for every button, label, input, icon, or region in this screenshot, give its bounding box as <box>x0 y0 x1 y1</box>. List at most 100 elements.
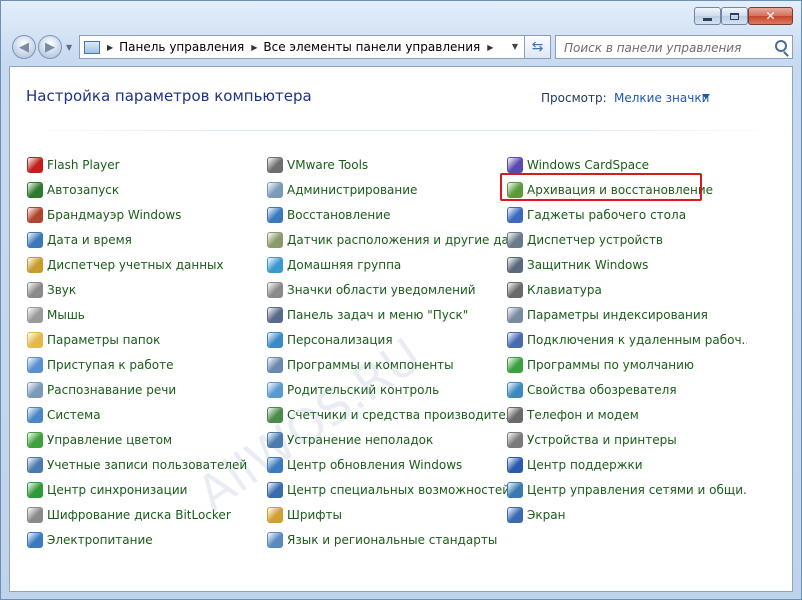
control-panel-item[interactable]: Диспетчер учетных данных <box>27 252 267 277</box>
control-panel-item[interactable]: Администрирование <box>267 177 507 202</box>
control-panel-item[interactable]: Подключения к удаленным рабоч... <box>507 327 747 352</box>
refresh-button[interactable]: ⇆ <box>525 35 551 59</box>
items-column-1: Flash Player Автозапуск Брандмауэр Windows… <box>27 152 267 552</box>
control-panel-item[interactable]: Шрифты <box>267 502 507 527</box>
control-panel-item[interactable]: Устройства и принтеры <box>507 427 747 452</box>
highlight-frame <box>500 173 702 201</box>
control-panel-item[interactable]: Параметры индексирования <box>507 302 747 327</box>
item-label: Телефон и модем <box>527 407 639 422</box>
item-label: Параметры папок <box>47 332 161 347</box>
control-panel-item[interactable]: Мышь <box>27 302 267 327</box>
control-panel-item[interactable]: Язык и региональные стандарты <box>267 527 507 552</box>
control-panel-item[interactable]: Программы по умолчанию <box>507 352 747 377</box>
control-panel-item[interactable]: Защитник Windows <box>507 252 747 277</box>
breadcrumb-separator-icon[interactable]: ▶ <box>107 43 113 52</box>
minimize-button[interactable] <box>694 7 721 25</box>
control-panel-item[interactable]: Приступая к работе <box>27 352 267 377</box>
breadcrumb-separator-icon[interactable]: ▶ <box>487 43 493 52</box>
fonts-icon <box>267 506 283 523</box>
control-panel-item[interactable]: Центр поддержки <box>507 452 747 477</box>
control-panel-item[interactable]: Панель задач и меню "Пуск" <box>267 302 507 327</box>
item-label: Программы по умолчанию <box>527 357 695 372</box>
control-panel-item[interactable]: Родительский контроль <box>267 377 507 402</box>
control-panel-item[interactable]: Центр обновления Windows <box>267 452 507 477</box>
control-panel-item[interactable]: Телефон и модем <box>507 402 747 427</box>
control-panel-item[interactable]: Программы и компоненты <box>267 352 507 377</box>
search-icon[interactable] <box>775 40 787 52</box>
control-panel-item[interactable]: Диспетчер устройств <box>507 227 747 252</box>
item-label: Flash Player <box>47 157 120 172</box>
item-label: Центр управления сетями и общи... <box>527 482 747 497</box>
control-panel-item[interactable]: Распознавание речи <box>27 377 267 402</box>
control-panel-item[interactable]: Центр управления сетями и общи... <box>507 477 747 502</box>
breadcrumb-all-items[interactable]: Все элементы панели управления <box>263 40 480 54</box>
control-panel-item[interactable]: Центр специальных возможностей <box>267 477 507 502</box>
item-label: Восстановление <box>287 207 391 222</box>
control-panel-item[interactable]: Flash Player <box>27 152 267 177</box>
folder-icon <box>27 331 43 348</box>
control-panel-item[interactable]: Брандмауэр Windows <box>27 202 267 227</box>
address-bar[interactable]: ▶ Панель управления ▶ Все элементы панел… <box>79 35 525 59</box>
control-panel-item[interactable]: Восстановление <box>267 202 507 227</box>
items-column-3: Windows CardSpace Архивация и восстановле… <box>507 152 747 527</box>
item-label: Программы и компоненты <box>287 357 454 372</box>
control-panel-item[interactable]: Система <box>27 402 267 427</box>
control-panel-item[interactable]: Центр синхронизации <box>27 477 267 502</box>
internet-options-icon <box>507 381 523 398</box>
search-box[interactable] <box>555 35 793 59</box>
item-label: Звук <box>47 282 77 297</box>
control-panel-item[interactable]: Учетные записи пользователей <box>27 452 267 477</box>
back-button[interactable]: ◀ <box>12 35 36 59</box>
control-panel-item[interactable]: Персонализация <box>267 327 507 352</box>
caption-buttons: ✕ <box>694 7 793 25</box>
control-panel-item[interactable]: Управление цветом <box>27 427 267 452</box>
bitlocker-icon <box>27 506 43 523</box>
breadcrumb-control-panel[interactable]: Панель управления <box>119 40 244 54</box>
control-panel-icon <box>84 40 100 54</box>
control-panel-item[interactable]: Звук <box>27 277 267 302</box>
control-panel-item[interactable]: VMware Tools <box>267 152 507 177</box>
printer-icon <box>507 431 523 448</box>
display-icon <box>507 506 523 523</box>
control-panel-item[interactable]: Дата и время <box>27 227 267 252</box>
control-panel-item[interactable]: Свойства обозревателя <box>507 377 747 402</box>
control-panel-item[interactable]: Счетчики и средства производител... <box>267 402 507 427</box>
item-label: Центр поддержки <box>527 457 643 472</box>
region-icon <box>267 531 283 548</box>
item-label: Центр специальных возможностей <box>287 482 507 497</box>
control-panel-item[interactable]: Параметры папок <box>27 327 267 352</box>
firewall-icon <box>27 206 43 223</box>
items-column-2: VMware Tools Администрирование Восстановле… <box>267 152 507 552</box>
breadcrumb-separator-icon[interactable]: ▶ <box>251 43 257 52</box>
control-panel-item[interactable]: Гаджеты рабочего стола <box>507 202 747 227</box>
control-panel-item[interactable]: Автозапуск <box>27 177 267 202</box>
forward-button[interactable]: ▶ <box>38 35 62 59</box>
tray-icon <box>267 281 283 298</box>
control-panel-item[interactable]: Клавиатура <box>507 277 747 302</box>
recent-pages-dropdown[interactable]: ▼ <box>66 43 72 52</box>
power-icon <box>27 531 43 548</box>
control-panel-item[interactable]: Домашняя группа <box>267 252 507 277</box>
item-label: Распознавание речи <box>47 382 177 397</box>
control-panel-item[interactable]: Электропитание <box>27 527 267 552</box>
control-panel-item[interactable]: Устранение неполадок <box>267 427 507 452</box>
refresh-icon: ⇆ <box>531 39 544 55</box>
control-panel-item[interactable]: Экран <box>507 502 747 527</box>
search-input[interactable] <box>562 37 766 59</box>
item-label: Подключения к удаленным рабоч... <box>527 332 747 347</box>
minimize-icon <box>703 17 712 21</box>
item-label: Администрирование <box>287 182 418 197</box>
view-dropdown-arrow-icon[interactable] <box>702 94 710 99</box>
phone-icon <box>507 406 523 423</box>
close-button[interactable]: ✕ <box>748 7 793 25</box>
clock-icon <box>27 231 43 248</box>
view-by-dropdown[interactable]: Мелкие значки <box>614 91 709 105</box>
indexing-icon <box>507 306 523 323</box>
control-panel-item[interactable]: Значки области уведомлений <box>267 277 507 302</box>
item-label: Диспетчер учетных данных <box>47 257 224 272</box>
control-panel-item[interactable]: Шифрование диска BitLocker <box>27 502 267 527</box>
update-icon <box>267 456 283 473</box>
address-history-dropdown-icon[interactable]: ▼ <box>512 42 518 51</box>
maximize-button[interactable] <box>721 7 748 25</box>
control-panel-item[interactable]: Датчик расположения и другие дат... <box>267 227 507 252</box>
